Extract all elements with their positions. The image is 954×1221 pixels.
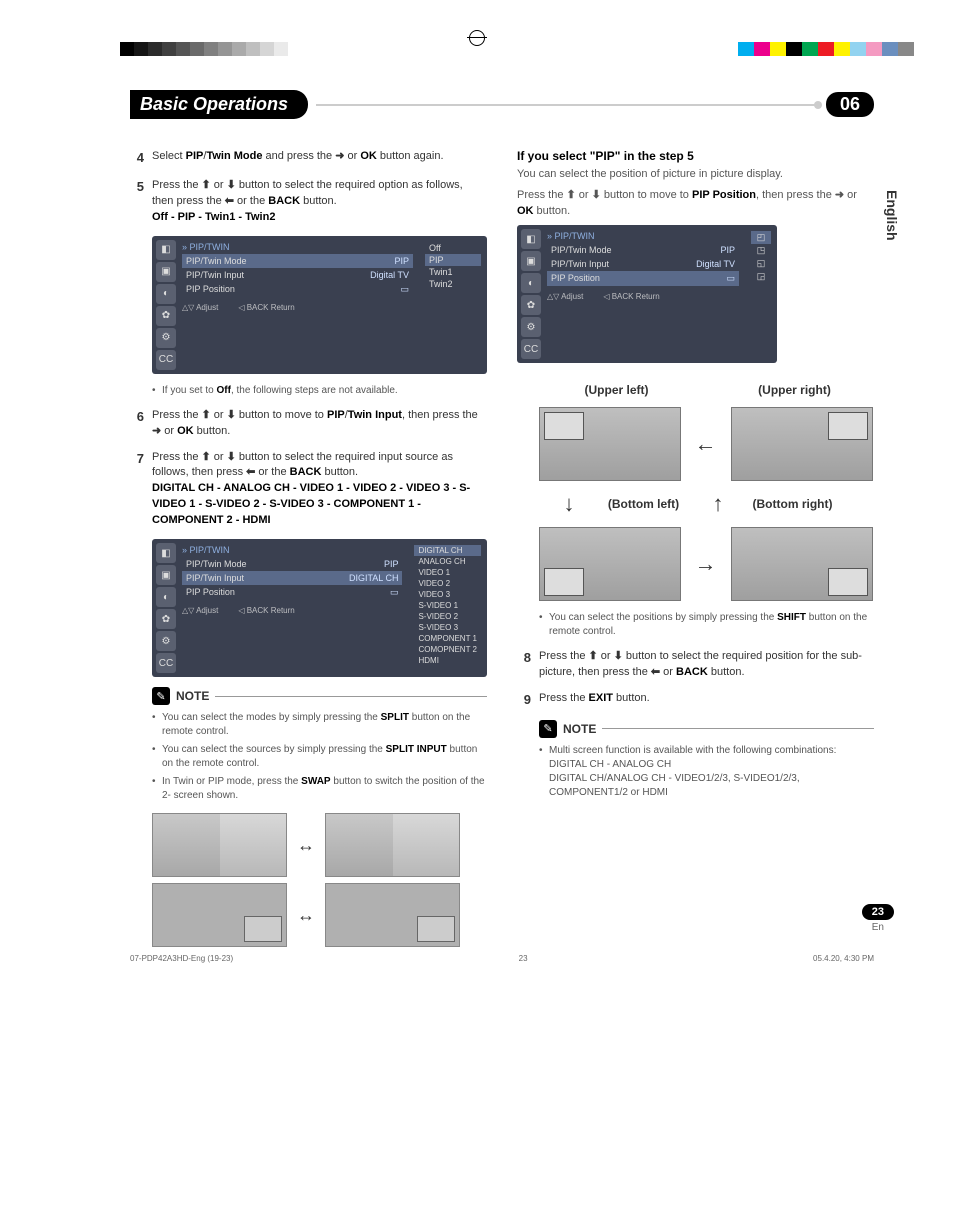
note-list: Multi screen function is available with … bbox=[539, 744, 874, 800]
osd-tab-icon: ⚙ bbox=[156, 328, 176, 348]
page-number: 23 En bbox=[862, 904, 894, 933]
header-rule bbox=[316, 104, 818, 106]
step-text: Press the ⬆ or ⬇ button to select the re… bbox=[152, 450, 487, 530]
osd-tab-icon: ⚙ bbox=[521, 317, 541, 337]
down-arrow-icon: ⬇ bbox=[227, 179, 236, 191]
down-arrow-icon: ⬇ bbox=[227, 409, 236, 421]
swap-arrow-icon: ↔ bbox=[297, 905, 315, 926]
osd-tab-icon: ▣ bbox=[156, 262, 176, 282]
section-title: Basic Operations bbox=[130, 90, 308, 119]
step-4: 4 Select PIP/Twin Mode and press the ➜ o… bbox=[130, 149, 487, 168]
step-number: 4 bbox=[130, 149, 144, 168]
instruction-text: Press the ⬆ or ⬇ button to move to PIP P… bbox=[517, 188, 874, 219]
osd-tab-icon: ◐ bbox=[521, 273, 541, 293]
osd-dropdown: Off PIP Twin1 Twin2 bbox=[423, 240, 483, 370]
position-upper-left bbox=[539, 407, 681, 481]
swap-arrow-icon: ↔ bbox=[297, 835, 315, 856]
swap-illustration-twin: ↔ bbox=[152, 813, 487, 877]
down-arrow-icon: ⬇ bbox=[592, 189, 601, 201]
osd-menu-pip-mode: ◧▣◐✿⚙CC » PIP/TWIN PIP/Twin ModePIP PIP/… bbox=[152, 236, 487, 374]
print-footer: 07-PDP42A3HD-Eng (19-23) 23 05.4.20, 4:3… bbox=[130, 954, 874, 963]
osd-tab-icon: ◐ bbox=[156, 284, 176, 304]
down-arrow-icon: ⬇ bbox=[614, 650, 623, 662]
left-column: 4 Select PIP/Twin Mode and press the ➜ o… bbox=[130, 149, 487, 953]
osd-tab-icon: ✿ bbox=[156, 306, 176, 326]
pencil-icon: ✎ bbox=[152, 687, 170, 705]
position-upper-right bbox=[731, 407, 873, 481]
step-text: Press the EXIT button. bbox=[539, 691, 874, 710]
up-arrow-icon: ↑ bbox=[713, 491, 724, 517]
osd-tab-icon: ◧ bbox=[156, 240, 176, 260]
step-9: 9 Press the EXIT button. bbox=[517, 691, 874, 710]
right-column: If you select "PIP" in the step 5 You ca… bbox=[517, 149, 874, 953]
step-8: 8 Press the ⬆ or ⬇ button to select the … bbox=[517, 649, 874, 681]
intro-text: You can select the position of picture i… bbox=[517, 167, 874, 182]
pip-position-diagram: (Upper left) (Upper right) ← ↓ (Bottom l… bbox=[537, 383, 874, 601]
note-list: You can select the modes by simply press… bbox=[152, 711, 487, 803]
subsection-heading: If you select "PIP" in the step 5 bbox=[517, 149, 874, 163]
step-7: 7 Press the ⬆ or ⬇ button to select the … bbox=[130, 450, 487, 530]
step-text: Press the ⬆ or ⬇ button to select the re… bbox=[539, 649, 874, 681]
chapter-number: 06 bbox=[826, 92, 874, 117]
step-text: Press the ⬆ or ⬇ button to move to PIP/T… bbox=[152, 408, 487, 440]
right-arrow-icon: ➜ bbox=[835, 189, 844, 201]
up-arrow-icon: ⬆ bbox=[589, 650, 598, 662]
step-number: 9 bbox=[517, 691, 531, 710]
position-bottom-right bbox=[731, 527, 873, 601]
language-tab: English bbox=[884, 190, 900, 241]
osd-tab-icon: ▣ bbox=[156, 565, 176, 585]
step-number: 8 bbox=[517, 649, 531, 681]
osd-tab-icon: ✿ bbox=[521, 295, 541, 315]
left-arrow-icon: ⬅ bbox=[225, 195, 234, 207]
up-arrow-icon: ⬆ bbox=[202, 179, 211, 191]
step-text: Select PIP/Twin Mode and press the ➜ or … bbox=[152, 149, 487, 168]
osd-tab-icon: ◧ bbox=[156, 543, 176, 563]
position-bottom-left bbox=[539, 527, 681, 601]
step-number: 7 bbox=[130, 450, 144, 530]
pencil-icon: ✎ bbox=[539, 720, 557, 738]
right-arrow-icon: → bbox=[695, 551, 717, 577]
step-6: 6 Press the ⬆ or ⬇ button to move to PIP… bbox=[130, 408, 487, 440]
up-arrow-icon: ⬆ bbox=[202, 451, 211, 463]
down-arrow-icon: ⬇ bbox=[227, 451, 236, 463]
osd-tab-icon: ◐ bbox=[156, 587, 176, 607]
osd-tab-icon: ⚙ bbox=[156, 631, 176, 651]
osd-tab-icon: CC bbox=[156, 350, 176, 370]
osd-tab-icon: CC bbox=[156, 653, 176, 673]
osd-tab-icon: ✿ bbox=[156, 609, 176, 629]
osd-dropdown: DIGITAL CHANALOG CHVIDEO 1VIDEO 2VIDEO 3… bbox=[412, 543, 483, 673]
osd-position-icons: ◰◳◱◲ bbox=[749, 229, 773, 359]
left-arrow-icon: ⬅ bbox=[246, 466, 255, 478]
step-5: 5 Press the ⬆ or ⬇ button to select the … bbox=[130, 178, 487, 226]
note-heading: ✎ NOTE bbox=[539, 720, 874, 738]
up-arrow-icon: ⬆ bbox=[202, 409, 211, 421]
osd-tab-icon: ◧ bbox=[521, 229, 541, 249]
step-number: 6 bbox=[130, 408, 144, 440]
osd-menu-pip-input: ◧▣◐✿⚙CC » PIP/TWIN PIP/Twin ModePIP PIP/… bbox=[152, 539, 487, 677]
up-arrow-icon: ⬆ bbox=[567, 189, 576, 201]
down-arrow-icon: ↓ bbox=[564, 491, 575, 517]
note-heading: ✎ NOTE bbox=[152, 687, 487, 705]
step-number: 5 bbox=[130, 178, 144, 226]
step-text: Press the ⬆ or ⬇ button to select the re… bbox=[152, 178, 487, 226]
osd-menu-pip-position: ◧▣◐✿⚙CC » PIP/TWIN PIP/Twin ModePIP PIP/… bbox=[517, 225, 777, 363]
osd-tab-icon: CC bbox=[521, 339, 541, 359]
left-arrow-icon: ← bbox=[695, 431, 717, 457]
bullet-note: If you set to Off, the following steps a… bbox=[152, 384, 487, 398]
left-arrow-icon: ⬅ bbox=[651, 666, 660, 678]
bullet-note: You can select the positions by simply p… bbox=[539, 611, 874, 639]
swap-illustration-pip: ↔ bbox=[152, 883, 487, 947]
right-arrow-icon: ➜ bbox=[152, 425, 161, 437]
osd-tab-icon: ▣ bbox=[521, 251, 541, 271]
page-header: Basic Operations 06 bbox=[130, 90, 874, 119]
